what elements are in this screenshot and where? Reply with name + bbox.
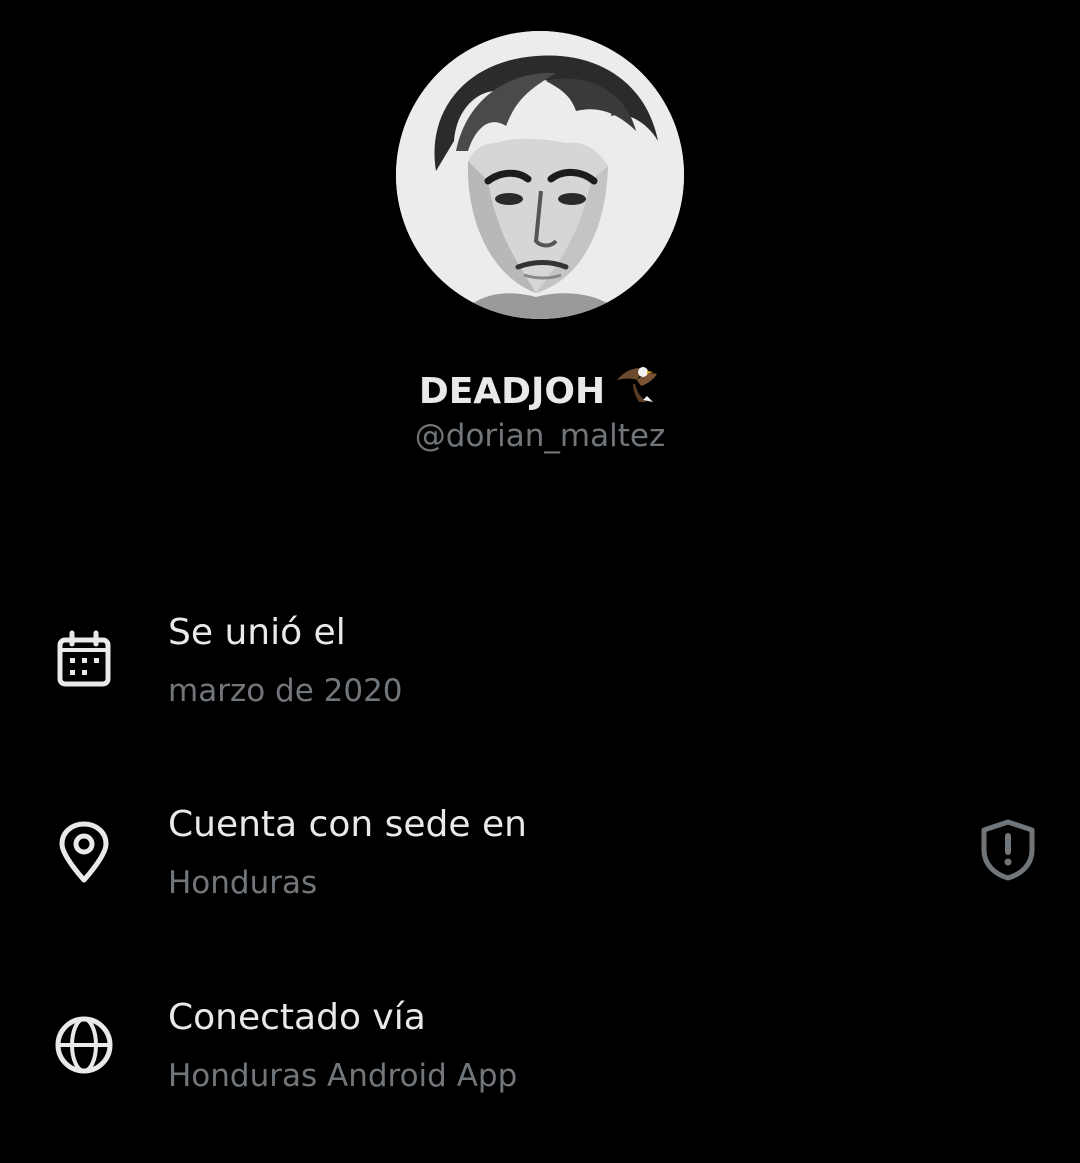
connected-title: Conectado vía bbox=[168, 997, 426, 1038]
calendar-icon bbox=[57, 630, 111, 687]
account-location-row: Cuenta con sede en Honduras bbox=[0, 792, 1080, 942]
avatar[interactable] bbox=[396, 31, 684, 319]
location-title: Cuenta con sede en bbox=[168, 804, 527, 845]
shield-alert-icon[interactable] bbox=[976, 818, 1040, 882]
profile-name-row: DEADJOH bbox=[0, 366, 1080, 420]
connected-value: Honduras Android App bbox=[168, 1058, 518, 1094]
sketch-portrait-avatar bbox=[396, 31, 684, 319]
globe-icon bbox=[55, 1016, 113, 1074]
connected-via-row: Conectado vía Honduras Android App bbox=[0, 985, 1080, 1135]
location-pin-icon bbox=[59, 821, 109, 883]
joined-value: marzo de 2020 bbox=[168, 673, 403, 709]
display-name: DEADJOH bbox=[418, 371, 606, 412]
joined-date-row: Se unió el marzo de 2020 bbox=[0, 600, 1080, 750]
user-handle: @dorian_maltez bbox=[414, 418, 666, 454]
eagle-emoji bbox=[613, 358, 661, 420]
location-value: Honduras bbox=[168, 865, 318, 901]
joined-title: Se unió el bbox=[168, 612, 346, 653]
